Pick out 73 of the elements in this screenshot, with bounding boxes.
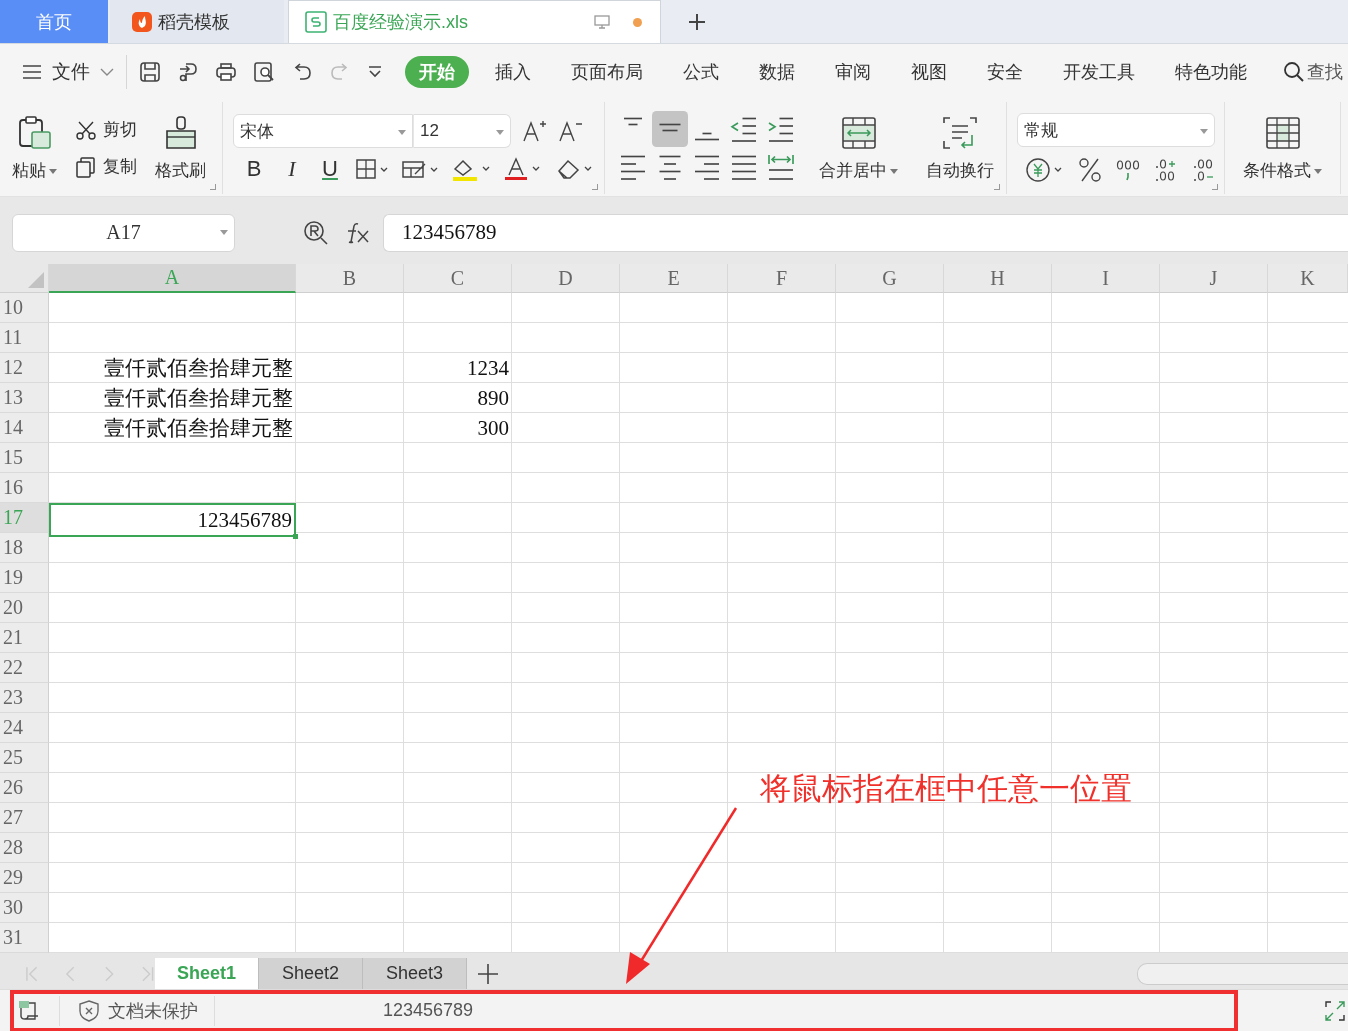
row-header[interactable]: 26 <box>0 773 49 803</box>
ribbon-tab[interactable]: 数据 <box>745 56 809 88</box>
format-painter-button[interactable]: 格式刷 <box>151 112 210 184</box>
row-header[interactable]: 30 <box>0 893 49 923</box>
sheet-tab[interactable]: Sheet2 <box>259 958 363 989</box>
tab-label: 稻壳模板 <box>158 10 230 34</box>
row-header[interactable]: 27 <box>0 803 49 833</box>
font-style-button[interactable]: B <box>241 156 267 182</box>
row-header[interactable]: 21 <box>0 623 49 653</box>
sheet-tab[interactable]: Sheet3 <box>363 958 467 989</box>
table-cell[interactable]: 壹仟贰佰叁拾肆元整 <box>49 413 296 443</box>
column-header[interactable]: E <box>620 264 728 293</box>
row-header[interactable]: 16 <box>0 473 49 503</box>
ribbon-tab[interactable]: 开发工具 <box>1049 56 1149 88</box>
table-cell[interactable]: 壹仟贰佰叁拾肆元整 <box>49 383 296 413</box>
column-header[interactable]: F <box>728 264 836 293</box>
column-header[interactable]: D <box>512 264 620 293</box>
merge-center-button[interactable]: 合并居中 <box>811 112 906 184</box>
ribbon-tab[interactable]: 视图 <box>897 56 961 88</box>
paste-button[interactable]: 粘贴 <box>8 112 61 184</box>
status-value: 123456789 <box>383 1000 474 1021</box>
row-header[interactable]: 29 <box>0 863 49 893</box>
ribbon-tab[interactable]: 页面布局 <box>557 56 657 88</box>
column-header[interactable]: J <box>1160 264 1268 293</box>
annotation-text: 将鼠标指在框中任意一位置 <box>760 770 1132 808</box>
column-header[interactable]: I <box>1052 264 1160 293</box>
ribbon-tab[interactable]: 插入 <box>481 56 545 88</box>
wrap-text-button[interactable]: 自动换行 <box>918 112 1002 184</box>
row-header[interactable]: 10 <box>0 293 49 323</box>
font-name-dropdown[interactable]: 宋体 <box>233 114 413 148</box>
ribbon-tab[interactable]: 公式 <box>669 56 733 88</box>
search-button[interactable]: 查找 <box>1283 60 1343 84</box>
table-cell[interactable]: 123456789 <box>49 503 296 537</box>
copy-button[interactable]: 复制 <box>75 155 137 178</box>
row-header[interactable]: 19 <box>0 563 49 593</box>
file-menu-button[interactable]: 文件 <box>22 59 114 85</box>
row-header[interactable]: 25 <box>0 743 49 773</box>
table-cell[interactable]: 300 <box>404 413 512 443</box>
ribbon-tab[interactable]: 审阅 <box>821 56 885 88</box>
row-header[interactable]: 20 <box>0 593 49 623</box>
column-header[interactable]: H <box>944 264 1052 293</box>
formula-input-field[interactable]: 123456789 <box>383 213 1348 252</box>
protection-status[interactable]: 文档未保护 <box>59 995 215 1026</box>
row-header[interactable]: 23 <box>0 683 49 713</box>
tab-label: 百度经验演示.xls <box>333 11 468 34</box>
row-header[interactable]: 11 <box>0 323 49 353</box>
table-cell[interactable]: 890 <box>404 383 512 413</box>
table-cell[interactable]: 1234 <box>404 353 512 383</box>
column-header[interactable]: C <box>404 264 512 293</box>
row-header[interactable]: 13 <box>0 383 49 413</box>
column-header[interactable]: G <box>836 264 944 293</box>
row-header[interactable]: 14 <box>0 413 49 443</box>
ribbon-tab[interactable]: 安全 <box>973 56 1037 88</box>
tab-label: 首页 <box>36 10 72 34</box>
name-box[interactable]: A17 <box>12 213 235 252</box>
font-style-button[interactable]: U <box>317 156 343 182</box>
row-header[interactable]: 15 <box>0 443 49 473</box>
row-header[interactable]: 22 <box>0 653 49 683</box>
table-cell[interactable]: 壹仟贰佰叁拾肆元整 <box>49 353 296 383</box>
font-size-dropdown[interactable]: 12 <box>413 114 511 148</box>
row-header[interactable]: 28 <box>0 833 49 863</box>
font-style-button[interactable]: I <box>279 156 305 182</box>
number-format-dropdown[interactable]: 常规 <box>1017 113 1215 147</box>
row-header[interactable]: 12 <box>0 353 49 383</box>
column-header[interactable]: B <box>296 264 404 293</box>
row-header[interactable]: 24 <box>0 713 49 743</box>
conditional-format-button[interactable]: 条件格式 <box>1235 112 1330 184</box>
cut-button[interactable]: 剪切 <box>75 118 137 141</box>
ribbon-tab[interactable]: 特色功能 <box>1161 56 1261 88</box>
column-header[interactable]: K <box>1268 264 1348 293</box>
row-header[interactable]: 18 <box>0 533 49 563</box>
document-tab[interactable]: 稻壳模板 <box>110 0 284 43</box>
row-header[interactable]: 31 <box>0 923 49 953</box>
